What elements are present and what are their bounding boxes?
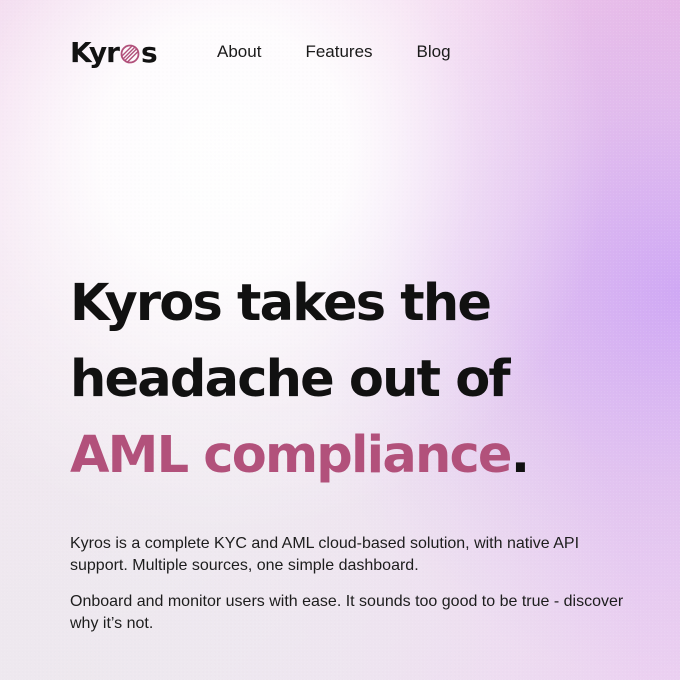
hero-accent-text: AML compliance <box>70 426 513 485</box>
hero-line-1: Kyros takes the <box>70 274 492 333</box>
hero-paragraph-1: Kyros is a complete KYC and AML cloud-ba… <box>70 535 580 574</box>
nav-item-about[interactable]: About <box>217 42 261 62</box>
brand-logo[interactable]: Ky r s <box>70 35 158 71</box>
hero-description: Kyros is a complete KYC and AML cloud-ba… <box>70 533 630 635</box>
main-nav: About Features Blog <box>217 42 451 62</box>
brand-logo-text-right: s <box>140 36 158 69</box>
brand-logo-text-middle: r <box>106 36 120 69</box>
striped-o-icon <box>120 44 140 64</box>
hero-paragraph-2: Onboard and monitor users with ease. It … <box>70 593 624 632</box>
nav-item-features[interactable]: Features <box>305 42 372 62</box>
hero-line-2: headache out of <box>70 350 511 409</box>
nav-item-blog[interactable]: Blog <box>417 42 451 62</box>
site-header: Ky r s About Features Blog <box>70 35 610 71</box>
hero-period: . <box>510 426 530 485</box>
hero-heading: Kyros takes the headache out of AML comp… <box>70 266 610 494</box>
hero-line-3: AML compliance. <box>70 418 610 494</box>
brand-logo-text-left: Ky <box>70 36 107 69</box>
